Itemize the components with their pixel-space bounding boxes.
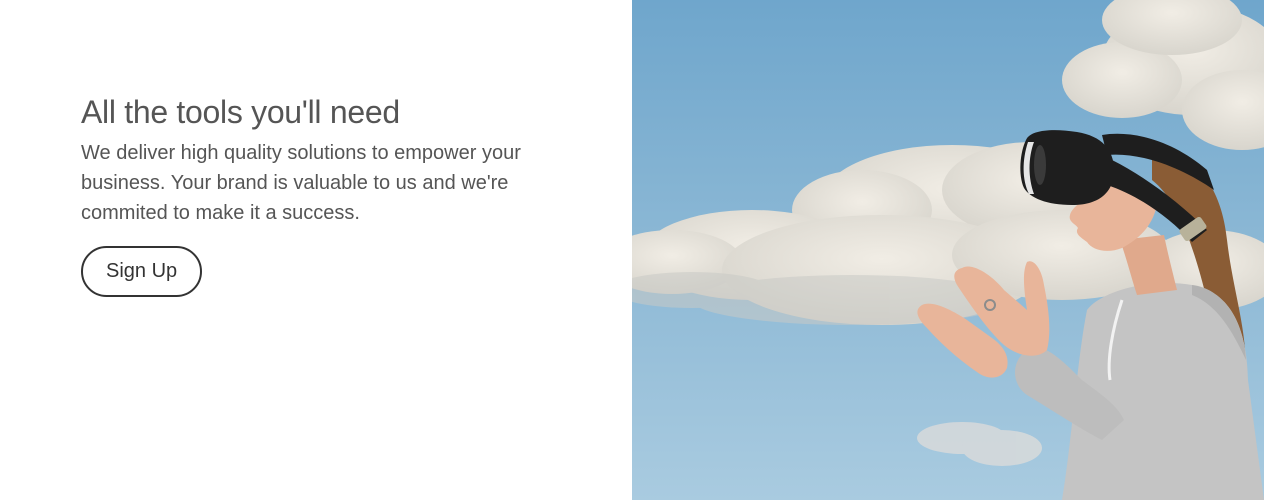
hero-image: [632, 0, 1264, 500]
hero-description: We deliver high quality solutions to emp…: [81, 142, 521, 224]
vr-person-photo: [632, 0, 1264, 500]
hero-text-panel: All the tools you'll need We deliver hig…: [0, 0, 632, 500]
hero-section: All the tools you'll need We deliver hig…: [0, 0, 1264, 500]
hero-title: All the tools you'll need: [81, 94, 400, 130]
hero-content: All the tools you'll need We deliver hig…: [81, 92, 551, 297]
sign-up-button[interactable]: Sign Up: [81, 246, 203, 297]
